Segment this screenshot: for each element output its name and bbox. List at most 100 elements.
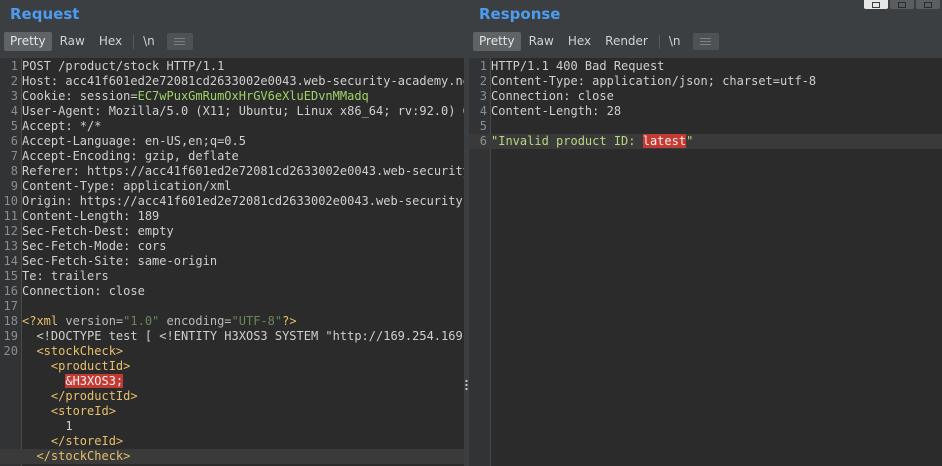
- code-line[interactable]: 1: [0, 419, 464, 434]
- response-title: Response: [479, 5, 561, 23]
- highlighted-token: &H3XOS3;: [65, 374, 124, 388]
- line-number: 4: [479, 104, 487, 118]
- line-text: Content-Length: 28: [491, 104, 621, 119]
- tab-pretty[interactable]: Pretty: [473, 32, 521, 51]
- line-text: Referer: https://acc41f601ed2e72081cd263…: [22, 164, 464, 179]
- code-line[interactable]: 4 User-Agent: Mozilla/5.0 (X11; Ubuntu; L…: [0, 104, 464, 119]
- tab-hex[interactable]: Hex: [562, 32, 597, 51]
- code-token: Connection:: [491, 89, 578, 103]
- code-line[interactable]: <productId>: [0, 359, 464, 374]
- line-text: Sec-Fetch-Mode: cors: [22, 239, 167, 254]
- code-token: ?>: [282, 314, 297, 328]
- line-text: POST /product/stock HTTP/1.1: [22, 59, 224, 74]
- line-text: Content-Type: application/json; charset=…: [491, 74, 816, 89]
- request-editor[interactable]: 1 POST /product/stock HTTP/1.1 2 Host: acc4…: [0, 58, 464, 466]
- line-number: 5: [10, 119, 18, 133]
- menu-icon[interactable]: [166, 33, 193, 50]
- code-line[interactable]: 5 Accept: */*: [0, 119, 464, 134]
- line-number: 7: [10, 149, 18, 163]
- line-text: &H3XOS3;: [22, 374, 124, 389]
- line-text: Connection: close: [491, 89, 614, 104]
- resize-grip-icon[interactable]: [465, 379, 468, 391]
- code-line[interactable]: 3 Cookie: session=EC7wPuxGmRumOxHrGV6eXlu…: [0, 89, 464, 104]
- highlighted-token: latest: [642, 134, 687, 148]
- newline-toggle-button[interactable]: \n: [137, 32, 161, 51]
- code-line[interactable]: 3 Connection: close: [469, 89, 942, 104]
- code-line[interactable]: 18 <?xml version="1.0" encoding="UTF-8"?>: [0, 314, 464, 329]
- response-editor[interactable]: 1 HTTP/1.1 400 Bad Request 2 Content-Type: …: [469, 58, 942, 466]
- line-number: 4: [10, 104, 18, 118]
- code-line[interactable]: </stockCheck>: [0, 449, 464, 464]
- code-line[interactable]: 13 Sec-Fetch-Mode: cors: [0, 239, 464, 254]
- code-token: close: [577, 89, 614, 103]
- line-text: HTTP/1.1 400 Bad Request: [491, 59, 664, 74]
- code-token: </productId>: [50, 389, 138, 403]
- code-line[interactable]: 1 HTTP/1.1 400 Bad Request: [469, 59, 942, 74]
- code-token: https://acc41f601ed2e72081cd2633002e0043…: [87, 164, 464, 178]
- code-line[interactable]: </productId>: [0, 389, 464, 404]
- tab-pretty[interactable]: Pretty: [4, 32, 52, 51]
- code-line[interactable]: 10 Origin: https://acc41f601ed2e72081cd26…: [0, 194, 464, 209]
- code-token: Sec-Fetch-Dest:: [22, 224, 138, 238]
- code-token: Content-Length:: [22, 209, 138, 223]
- tab-hex[interactable]: Hex: [93, 32, 128, 51]
- code-token: User-Agent:: [22, 104, 109, 118]
- line-text: User-Agent: Mozilla/5.0 (X11; Ubuntu; Li…: [22, 104, 464, 119]
- code-token: same-origin: [137, 254, 218, 268]
- code-token: <?xml: [22, 314, 66, 328]
- code-token: POST /product/stock HTTP/1.1: [22, 59, 225, 73]
- code-line[interactable]: 8 Referer: https://acc41f601ed2e72081cd26…: [0, 164, 464, 179]
- code-token: acc41f601ed2e72081cd2633002e0043.web-sec…: [65, 74, 464, 88]
- code-line[interactable]: 19 <!DOCTYPE test [ <!ENTITY H3XOS3 SYST…: [0, 329, 464, 344]
- code-line[interactable]: 14 Sec-Fetch-Site: same-origin: [0, 254, 464, 269]
- code-line[interactable]: 11 Content-Length: 189: [0, 209, 464, 224]
- code-line[interactable]: 7 Accept-Encoding: gzip, deflate: [0, 149, 464, 164]
- line-number: 15: [3, 269, 18, 283]
- code-line[interactable]: 1 POST /product/stock HTTP/1.1: [0, 59, 464, 74]
- line-number: 3: [10, 89, 18, 103]
- line-text: </storeId>: [22, 434, 123, 449]
- code-line[interactable]: 6 Accept-Language: en-US,en;q=0.5: [0, 134, 464, 149]
- code-line[interactable]: 2 Host: acc41f601ed2e72081cd2633002e0043.…: [0, 74, 464, 89]
- line-text: Sec-Fetch-Site: same-origin: [22, 254, 217, 269]
- newline-toggle-button[interactable]: \n: [663, 32, 687, 51]
- code-token: 1: [22, 419, 73, 433]
- code-token: Sec-Fetch-Site:: [22, 254, 138, 268]
- tab-separator: [133, 34, 135, 49]
- code-token: EC7wPuxGmRumOxHrGV6eXluEDvnMMadq: [137, 89, 369, 103]
- code-line[interactable]: 5: [469, 119, 942, 134]
- line-number: 9: [10, 179, 18, 193]
- line-number: 6: [10, 134, 18, 148]
- code-line[interactable]: 12 Sec-Fetch-Dest: empty: [0, 224, 464, 239]
- line-text: Sec-Fetch-Dest: empty: [22, 224, 174, 239]
- code-line[interactable]: 9 Content-Type: application/xml: [0, 179, 464, 194]
- code-token: <storeId>: [50, 404, 116, 418]
- code-token: <stockCheck>: [36, 344, 124, 358]
- code-line[interactable]: &H3XOS3;: [0, 374, 464, 389]
- menu-icon[interactable]: [692, 33, 719, 50]
- code-line[interactable]: 4 Content-Length: 28: [469, 104, 942, 119]
- code-line[interactable]: 16 Connection: close: [0, 284, 464, 299]
- line-number: 18: [3, 314, 18, 328]
- code-line[interactable]: 6 "Invalid product ID: latest": [469, 134, 942, 149]
- line-text: <!DOCTYPE test [ <!ENTITY H3XOS3 SYSTEM …: [22, 329, 464, 344]
- line-text: "Invalid product ID: latest": [491, 134, 693, 149]
- code-token: ": [686, 134, 694, 148]
- code-line[interactable]: 17: [0, 299, 464, 314]
- code-line[interactable]: 2 Content-Type: application/json; charset…: [469, 74, 942, 89]
- tab-raw[interactable]: Raw: [54, 32, 91, 51]
- code-line[interactable]: </storeId>: [0, 434, 464, 449]
- code-token: Content-Type:: [22, 179, 124, 193]
- code-line[interactable]: 15 Te: trailers: [0, 269, 464, 284]
- code-line[interactable]: 20 <stockCheck>: [0, 344, 464, 359]
- line-text: Origin: https://acc41f601ed2e72081cd2633…: [22, 194, 464, 209]
- line-text: 1: [22, 419, 73, 434]
- tab-raw[interactable]: Raw: [523, 32, 560, 51]
- line-number: 6: [479, 134, 487, 148]
- response-view-tabs: Pretty Raw Hex Render \n: [473, 32, 719, 51]
- line-text: Accept-Language: en-US,en;q=0.5: [22, 134, 246, 149]
- code-line[interactable]: <storeId>: [0, 404, 464, 419]
- tab-render[interactable]: Render: [599, 32, 654, 51]
